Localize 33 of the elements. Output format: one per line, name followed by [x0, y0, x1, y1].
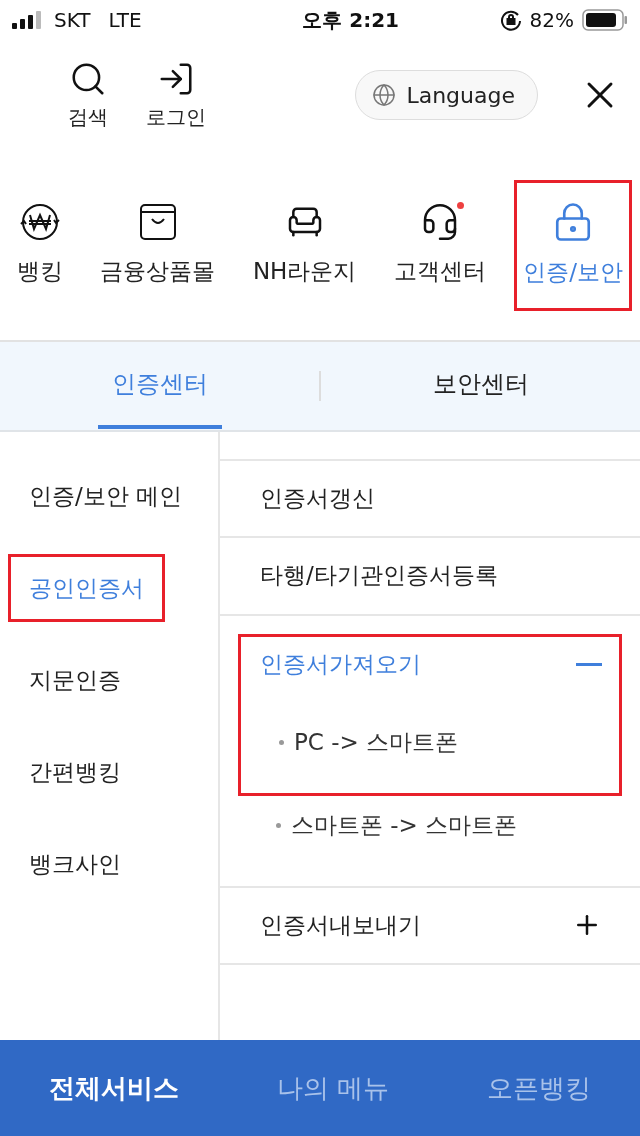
rotation-lock-icon — [499, 9, 522, 31]
menu-group[interactable]: 인증서가져오기 — [241, 636, 619, 693]
tab[interactable]: 인증센터 — [0, 342, 319, 430]
category-item[interactable]: 고객센터 — [384, 180, 495, 310]
battery-percent-text: 82% — [529, 8, 574, 32]
submenu-item[interactable]: PC -> 스마트폰 — [241, 712, 459, 773]
login-button[interactable]: 로그인 — [138, 59, 214, 131]
minus-icon — [576, 663, 602, 666]
sidebar-item[interactable]: 뱅크사인 — [8, 830, 142, 898]
battery-icon — [582, 9, 628, 31]
bottom-nav-tab[interactable]: 전체서비스 — [42, 1069, 185, 1107]
clock-text: 오후 2:21 — [302, 6, 399, 34]
carrier-text: SKT — [54, 8, 91, 32]
language-button[interactable]: Language — [355, 70, 538, 120]
menu-item[interactable]: 인증서갱신 — [220, 459, 640, 537]
category-item[interactable]: 뱅킹 — [8, 180, 72, 310]
sidebar-item[interactable]: 인증/보안 메인 — [8, 462, 204, 530]
network-text: LTE — [108, 8, 142, 32]
bullet-icon — [279, 740, 284, 745]
submenu-item[interactable]: 스마트폰 -> 스마트폰 — [238, 795, 518, 856]
category-item[interactable]: 인증/보안 — [514, 179, 632, 311]
search-button[interactable]: 검색 — [60, 59, 116, 131]
globe-icon — [372, 83, 397, 107]
sidebar-item[interactable]: 지문인증 — [8, 646, 142, 714]
bullet-icon — [276, 823, 281, 828]
category-item[interactable]: NH라운지 — [243, 180, 366, 310]
tab[interactable]: 보안센터 — [321, 342, 640, 430]
menu-item[interactable]: 타행/타기관인증서등록 — [220, 536, 640, 614]
category-item[interactable]: 금융상품몰 — [91, 180, 225, 310]
sidebar-item[interactable]: 간편뱅킹 — [8, 738, 142, 806]
shopping-bag-icon — [137, 201, 178, 242]
sidebar-item[interactable]: 공인인증서 — [8, 554, 165, 622]
menu-group[interactable]: 인증서내보내기 — [220, 885, 640, 963]
